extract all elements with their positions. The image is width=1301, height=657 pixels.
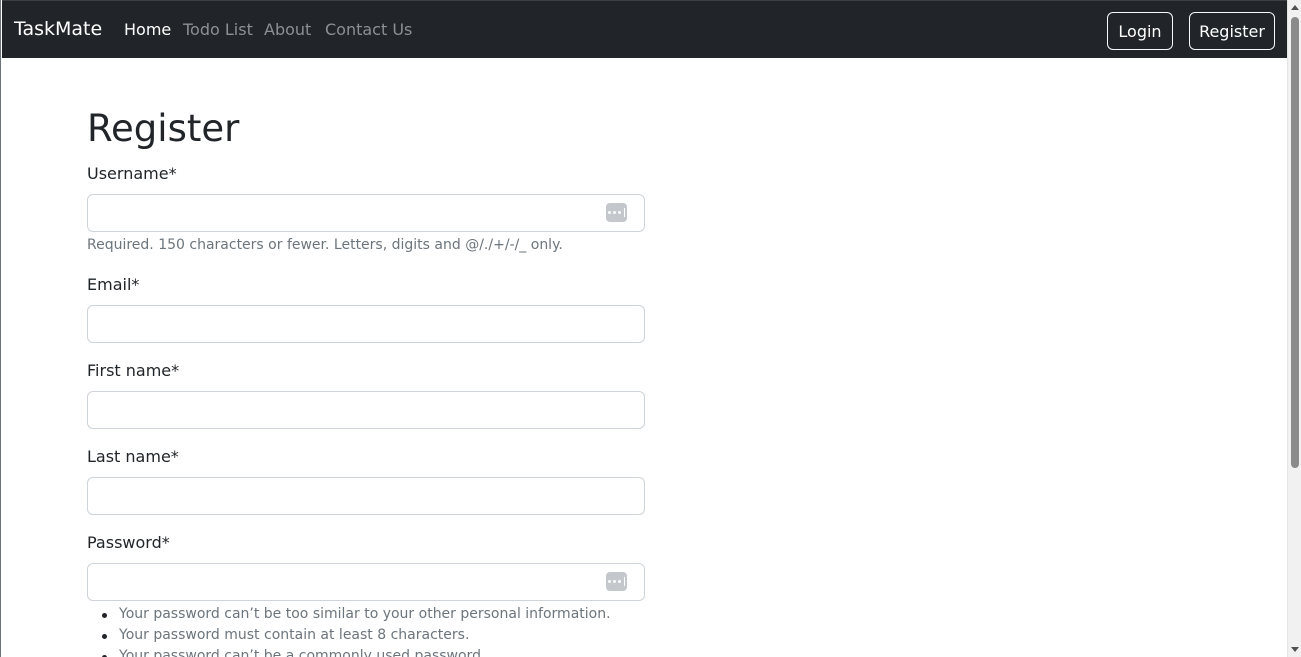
list-item: Your password can’t be too similar to yo… (102, 605, 611, 626)
nav-link-todo-list[interactable]: Todo List (183, 20, 253, 39)
nav-link-about[interactable]: About (264, 20, 311, 39)
scroll-down-arrow-icon[interactable] (1291, 647, 1299, 652)
register-button[interactable]: Register (1189, 12, 1275, 50)
username-help-text: Required. 150 characters or fewer. Lette… (87, 237, 563, 253)
first-name-label: First name* (87, 361, 180, 380)
nav-link-home[interactable]: Home (124, 20, 171, 39)
username-label: Username* (87, 164, 177, 183)
email-input[interactable] (87, 305, 645, 343)
username-input[interactable] (87, 194, 645, 232)
scroll-up-arrow-icon[interactable] (1291, 5, 1299, 10)
password-input[interactable] (87, 563, 645, 601)
list-item: Your password must contain at least 8 ch… (102, 626, 611, 647)
last-name-label: Last name* (87, 447, 179, 466)
vertical-scrollbar[interactable] (1287, 0, 1301, 657)
password-manager-icon[interactable] (606, 203, 627, 222)
page-title: Register (87, 107, 240, 150)
password-label: Password* (87, 533, 170, 552)
first-name-input[interactable] (87, 391, 645, 429)
browser-viewport: TaskMate Home Todo List About Contact Us… (0, 0, 1301, 657)
nav-link-contact-us[interactable]: Contact Us (325, 20, 412, 39)
navbar: TaskMate Home Todo List About Contact Us… (2, 0, 1287, 58)
scrollbar-thumb[interactable] (1291, 17, 1299, 468)
login-button[interactable]: Login (1107, 12, 1173, 50)
password-manager-icon[interactable] (606, 572, 627, 591)
last-name-input[interactable] (87, 477, 645, 515)
list-item: Your password can’t be a commonly used p… (102, 647, 611, 657)
email-label: Email* (87, 275, 140, 294)
password-help-list: Your password can’t be too similar to yo… (102, 605, 611, 657)
brand-logo[interactable]: TaskMate (14, 18, 102, 40)
